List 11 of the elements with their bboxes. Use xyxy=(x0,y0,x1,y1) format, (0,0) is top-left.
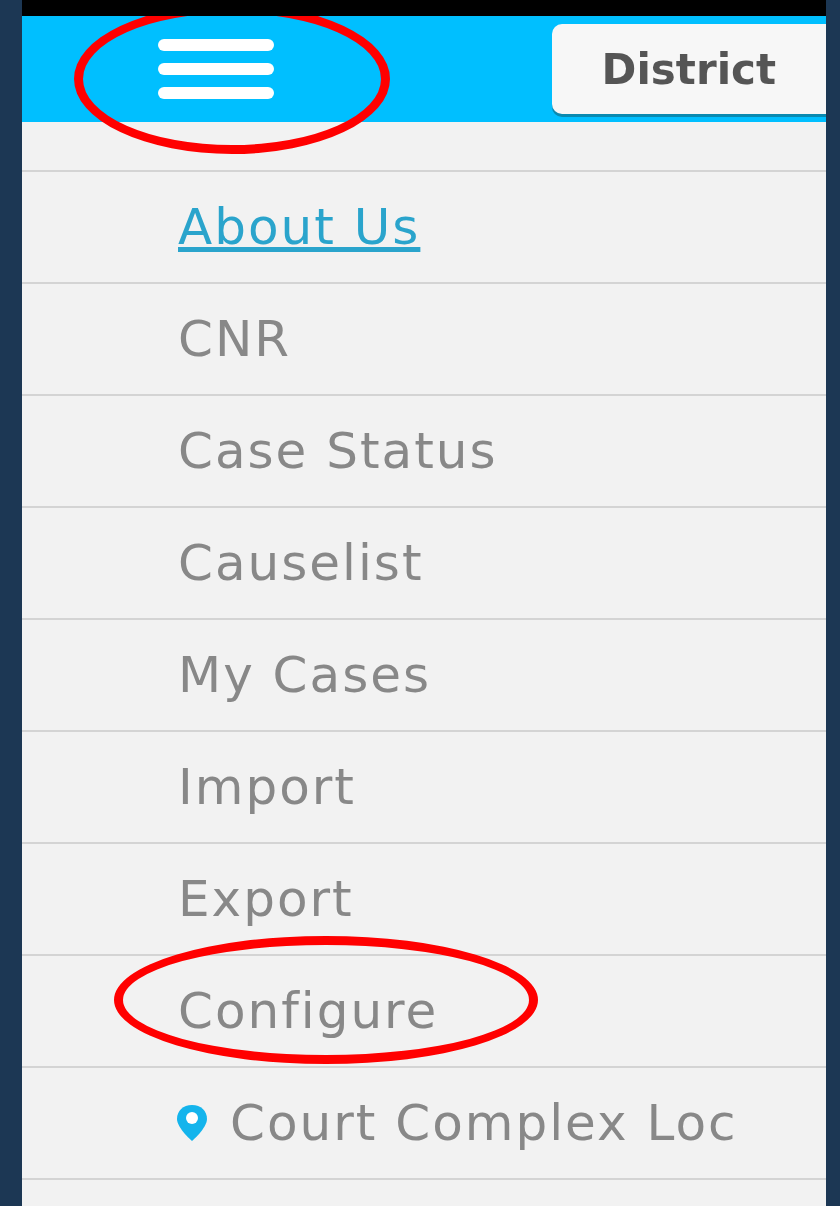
menu-item[interactable]: Case Status xyxy=(178,422,498,480)
district-button[interactable]: District xyxy=(551,24,826,114)
about-link[interactable]: About Us xyxy=(178,198,421,256)
menu-item[interactable]: Import xyxy=(178,758,356,816)
menu-item[interactable]: Causelist xyxy=(178,534,424,592)
menu-button[interactable] xyxy=(158,39,274,99)
menu-item[interactable]: Court Complex Loc xyxy=(230,1094,738,1152)
menu-item[interactable]: CNR xyxy=(178,310,292,368)
menu-item[interactable]: Export xyxy=(178,870,354,928)
menu-item[interactable]: Configure xyxy=(178,982,439,1040)
menu-item[interactable]: My Cases xyxy=(178,646,432,704)
